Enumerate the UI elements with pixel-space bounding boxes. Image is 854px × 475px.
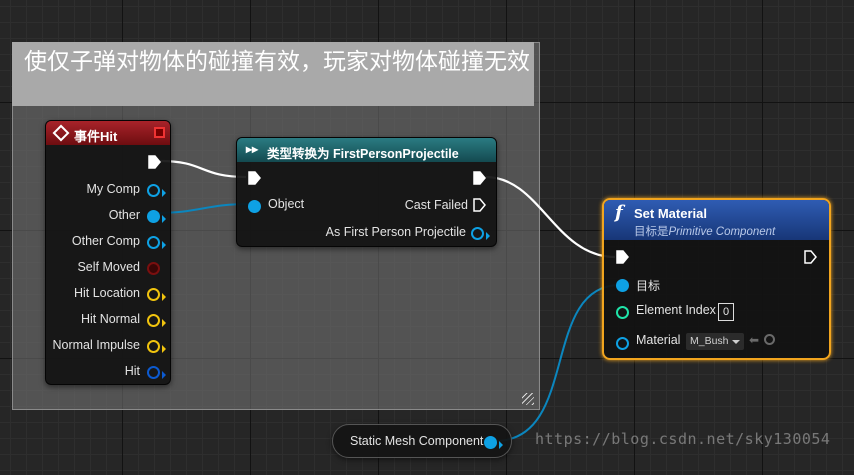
cast-object-label: Object: [268, 197, 305, 211]
set-material-subtitle: 目标是Primitive Component: [634, 223, 775, 239]
comment-title[interactable]: 使仅子弹对物体的碰撞有效，玩家对物体碰撞无效: [12, 42, 534, 106]
target-pin[interactable]: [616, 279, 629, 292]
cast-failed-exec-pin[interactable]: [473, 198, 486, 212]
event-hit-node[interactable]: 事件Hit My Comp Other Other Comp Self Move…: [45, 120, 171, 385]
comment-resize-handle[interactable]: [522, 393, 534, 405]
cast-exec-out-pin[interactable]: [473, 171, 486, 185]
hit-normal-pin-arrow: [162, 319, 166, 327]
other-comp-pin-arrow: [162, 241, 166, 249]
static-mesh-component-node[interactable]: Static Mesh Component: [332, 424, 512, 458]
function-icon: f: [615, 202, 623, 223]
exec-out-pin[interactable]: [148, 155, 161, 169]
normal-impulse-pin-arrow: [162, 345, 166, 353]
material-label: Material: [636, 333, 681, 347]
other-pin-arrow: [162, 215, 166, 223]
pin-label-normal-impulse: Normal Impulse: [52, 338, 140, 352]
my-comp-pin[interactable]: [147, 184, 160, 197]
event-diamond-icon: [52, 124, 70, 142]
other-pin[interactable]: [147, 210, 160, 223]
set-material-exec-in-pin[interactable]: [616, 250, 629, 264]
other-comp-pin[interactable]: [147, 236, 160, 249]
element-index-input[interactable]: 0: [718, 303, 734, 321]
material-asset-picker[interactable]: M_Bush: [686, 333, 744, 350]
my-comp-pin-arrow: [162, 189, 166, 197]
hit-pin-arrow: [162, 371, 166, 379]
cast-node-title: 类型转换为 FirstPersonProjectile: [267, 147, 459, 161]
as-first-person-projectile-label: As First Person Projectile: [325, 225, 466, 239]
use-selected-asset-icon[interactable]: ⬅: [749, 333, 759, 347]
watermark: https://blog.csdn.net/sky130054: [535, 430, 831, 448]
static-mesh-component-label: Static Mesh Component: [350, 434, 484, 448]
pin-label-other: Other: [108, 208, 140, 222]
pin-label-self-moved: Self Moved: [77, 260, 140, 274]
dropdown-arrow-icon: [732, 340, 740, 344]
static-mesh-output-arrow: [499, 441, 503, 449]
event-hit-title: 事件Hit: [74, 129, 118, 144]
self-moved-pin[interactable]: [147, 262, 160, 275]
static-mesh-output-pin[interactable]: [484, 436, 497, 449]
target-label: 目标: [636, 279, 661, 293]
hit-pin[interactable]: [147, 366, 160, 379]
set-material-title: Set Material: [634, 206, 707, 221]
pin-label-other-comp: Other Comp: [71, 234, 140, 248]
cast-failed-label: Cast Failed: [404, 198, 468, 212]
cast-arrow-icon: ▸▸: [246, 142, 259, 156]
normal-impulse-pin[interactable]: [147, 340, 160, 353]
element-index-label: Element Index: [636, 303, 716, 317]
pin-label-hit-location: Hit Location: [73, 286, 140, 300]
material-value: M_Bush: [690, 335, 729, 347]
hit-location-pin[interactable]: [147, 288, 160, 301]
element-index-pin[interactable]: [616, 306, 629, 319]
hit-normal-pin[interactable]: [147, 314, 160, 327]
subtitle-prefix: 目标是: [634, 226, 669, 238]
as-output-pin-arrow: [486, 232, 490, 240]
pin-label-my-comp: My Comp: [86, 182, 140, 196]
set-material-header[interactable]: f Set Material 目标是Primitive Component: [604, 200, 829, 240]
event-hit-header[interactable]: 事件Hit: [46, 121, 170, 145]
cast-node[interactable]: ▸▸ 类型转换为 FirstPersonProjectile Object Ca…: [236, 137, 497, 247]
cast-node-header[interactable]: ▸▸ 类型转换为 FirstPersonProjectile: [237, 138, 496, 162]
set-material-node[interactable]: f Set Material 目标是Primitive Component 目标…: [602, 198, 831, 360]
hit-location-pin-arrow: [162, 293, 166, 301]
delegate-pin-icon[interactable]: [154, 127, 165, 138]
set-material-exec-out-pin[interactable]: [804, 250, 817, 264]
cast-object-input-pin[interactable]: [248, 200, 261, 213]
material-pin[interactable]: [616, 337, 629, 350]
subtitle-target: Primitive Component: [668, 226, 776, 238]
pin-label-hit: Hit: [124, 364, 140, 378]
browse-asset-search-icon[interactable]: [764, 334, 775, 345]
pin-label-hit-normal: Hit Normal: [80, 312, 140, 326]
cast-exec-in-pin[interactable]: [248, 171, 261, 185]
as-first-person-projectile-pin[interactable]: [471, 227, 484, 240]
